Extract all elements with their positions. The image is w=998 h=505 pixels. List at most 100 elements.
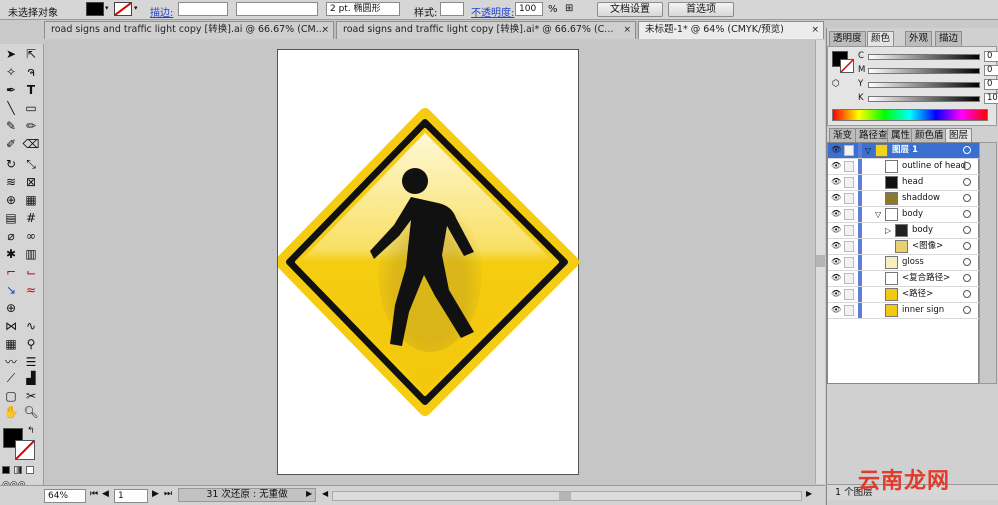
lock-toggle[interactable] <box>844 177 854 188</box>
mesh-tool-icon[interactable]: # <box>22 210 40 226</box>
knife-tool-icon[interactable]: ✂ <box>22 388 40 404</box>
target-icon[interactable] <box>963 194 971 202</box>
color-spectrum[interactable] <box>832 109 988 121</box>
scroll-thumb[interactable] <box>816 255 825 267</box>
eye-icon[interactable]: 👁︎ <box>831 162 841 170</box>
stroke-swatch[interactable] <box>114 2 132 16</box>
bar-graph-tool-icon[interactable]: ▟ <box>22 370 40 386</box>
tab-layers[interactable]: 图层 <box>945 128 973 143</box>
layers-scrollbar[interactable] <box>979 142 997 384</box>
measure-tool-icon[interactable]: ⟋ <box>2 370 20 386</box>
layer-row[interactable]: 👁︎ shaddow <box>828 191 980 207</box>
column-graph-tool-icon[interactable]: ▥ <box>22 246 40 262</box>
opacity-label[interactable]: 不透明度: <box>471 4 514 19</box>
target-icon[interactable] <box>963 242 971 250</box>
expand-down-icon[interactable]: ▽ <box>865 144 871 157</box>
zigzag-tool-icon[interactable]: 〰 <box>2 354 20 370</box>
artboard-tool-icon[interactable]: ⌐ <box>2 264 20 280</box>
tab-gradient[interactable]: 渐变 <box>829 128 857 143</box>
target-icon[interactable] <box>963 274 971 282</box>
layer-row[interactable]: 👁︎ outline of head <box>828 159 980 175</box>
lock-toggle[interactable] <box>844 145 854 156</box>
artboard-number-dropdown[interactable]: 1 <box>114 489 148 503</box>
lock-toggle[interactable] <box>844 305 854 316</box>
layer-row[interactable]: 👁︎ ▷ body <box>828 223 980 239</box>
fill-swatch[interactable] <box>86 2 104 16</box>
color-mode-icon[interactable] <box>2 466 10 474</box>
layer-row[interactable]: 👁︎ ▽ 图层 1 <box>828 143 980 159</box>
direct-selection-tool-icon[interactable]: ⇱ <box>22 46 40 62</box>
vertical-scrollbar[interactable] <box>815 40 825 484</box>
stroke-color-box[interactable] <box>840 59 854 73</box>
blend-tool-icon[interactable]: ∞ <box>22 228 40 244</box>
paintbrush-tool-icon[interactable]: ✎ <box>2 118 20 134</box>
lasso-tool-icon[interactable]: ຈ <box>22 64 40 80</box>
free-transform-tool-icon[interactable]: ⊠ <box>22 174 40 190</box>
align-tool-icon[interactable]: ☰ <box>22 354 40 370</box>
lock-toggle[interactable] <box>844 289 854 300</box>
eye-icon[interactable]: 👁︎ <box>831 194 841 202</box>
target-icon[interactable] <box>963 162 971 170</box>
layer-row[interactable]: 👁︎ head <box>828 175 980 191</box>
yellow-input[interactable]: 0 <box>984 79 998 90</box>
status-menu-icon[interactable]: ▶ <box>306 489 312 498</box>
expand-down-icon[interactable]: ▽ <box>875 208 881 221</box>
doc-tab-3[interactable]: 未标题-1* @ 64% (CMYK/预览) × <box>638 21 824 39</box>
type-tool-icon[interactable]: T <box>22 82 40 98</box>
preferences-button[interactable]: 首选项 <box>668 2 734 17</box>
lock-toggle[interactable] <box>844 273 854 284</box>
eyedropper-tool-icon[interactable]: ⌀ <box>2 228 20 244</box>
close-icon[interactable]: × <box>321 22 329 38</box>
eye-icon[interactable]: 👁︎ <box>831 178 841 186</box>
cyan-input[interactable]: 0 <box>984 51 998 62</box>
layer-row[interactable]: 👁︎ <图像> <box>828 239 980 255</box>
rotate-tool-icon[interactable]: ↻ <box>2 156 20 172</box>
pen-tool-icon[interactable]: ✒ <box>2 82 20 98</box>
pedestrian-crossing-sign[interactable] <box>275 50 580 476</box>
yellow-slider[interactable] <box>868 82 980 88</box>
layer-row[interactable]: 👁︎ <路径> <box>828 287 980 303</box>
crop-tool-icon[interactable]: ▢ <box>2 388 20 404</box>
scroll-left-icon[interactable]: ◀ <box>322 489 328 498</box>
recolor-icon[interactable]: ⊞ <box>565 3 585 17</box>
lock-toggle[interactable] <box>844 193 854 204</box>
stroke-color-box[interactable] <box>15 440 35 460</box>
target-icon[interactable] <box>963 306 971 314</box>
expand-right-icon[interactable]: ▷ <box>885 224 891 237</box>
selection-tool-icon[interactable]: ➤ <box>2 46 20 62</box>
brush-dropdown[interactable]: 2 pt. 椭圆形 <box>326 2 400 16</box>
target-icon[interactable] <box>963 210 971 218</box>
eye-icon[interactable]: 👁︎ <box>831 146 841 154</box>
slice-tool-icon[interactable]: ⌙ <box>22 264 40 280</box>
lock-toggle[interactable] <box>844 257 854 268</box>
target-icon[interactable] <box>963 146 971 154</box>
rectangle-tool-icon[interactable]: ▭ <box>22 100 40 116</box>
blob-brush-tool-icon[interactable]: ✐ <box>2 136 20 152</box>
wave-tool-icon[interactable]: ∿ <box>22 318 40 334</box>
none-mode-icon[interactable] <box>26 466 34 474</box>
target-icon[interactable] <box>963 290 971 298</box>
layer-row[interactable]: 👁︎ gloss <box>828 255 980 271</box>
eye-icon[interactable]: 👁︎ <box>831 210 841 218</box>
eye-icon[interactable]: 👁︎ <box>831 258 841 266</box>
warp-tool-icon[interactable]: ≋ <box>2 174 20 190</box>
close-icon[interactable]: × <box>811 22 819 38</box>
artboard[interactable] <box>275 49 580 476</box>
scroll-thumb[interactable] <box>559 492 571 500</box>
stroke-weight-dropdown[interactable] <box>178 2 228 16</box>
shape-builder-tool-icon[interactable]: ⊕ <box>2 192 20 208</box>
doc-tab-2[interactable]: road signs and traffic light copy [转换].a… <box>336 21 636 39</box>
chevron-down-icon[interactable]: ▾ <box>134 4 140 14</box>
scale-tool-icon[interactable]: ⤡ <box>22 156 40 172</box>
live-paint-tool-icon[interactable]: ▦ <box>22 192 40 208</box>
magic-wand-tool-icon[interactable]: ✧ <box>2 64 20 80</box>
black-slider[interactable] <box>868 96 980 102</box>
stroke-label[interactable]: 描边: <box>150 4 173 19</box>
hand-tool-icon[interactable]: ✋ <box>2 404 20 420</box>
style-dropdown[interactable] <box>440 2 464 16</box>
black-input[interactable]: 100 <box>984 93 998 104</box>
cyan-slider[interactable] <box>868 54 980 60</box>
lock-toggle[interactable] <box>844 209 854 220</box>
magenta-input[interactable]: 0 <box>984 65 998 76</box>
layer-row[interactable]: 👁︎ <复合路径> <box>828 271 980 287</box>
